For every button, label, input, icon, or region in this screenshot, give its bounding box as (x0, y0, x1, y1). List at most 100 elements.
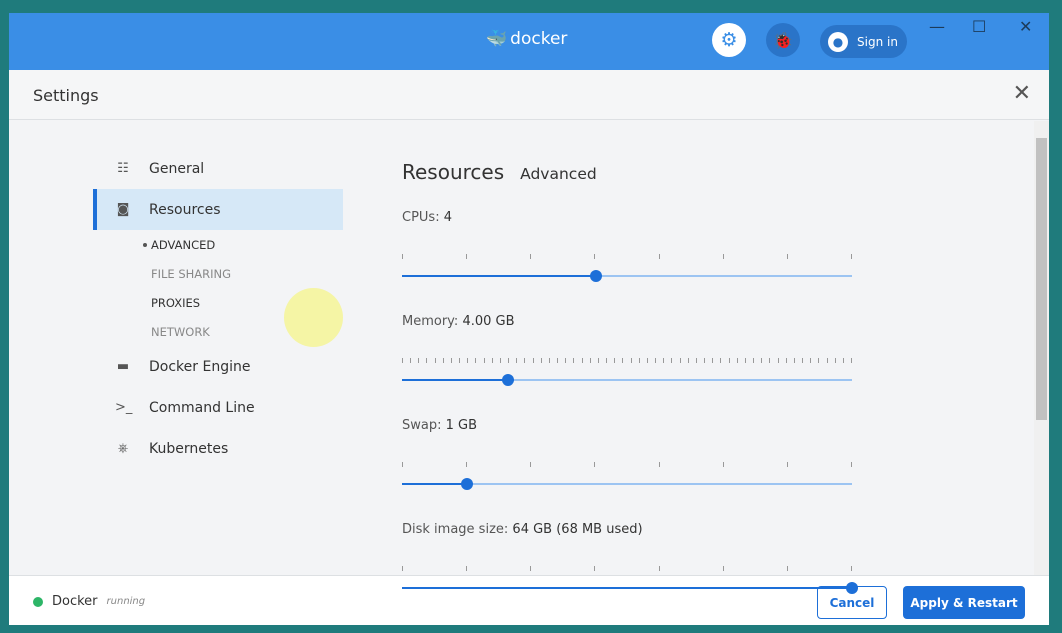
active-dot (143, 243, 147, 247)
sidebar-label: Kubernetes (149, 440, 229, 457)
tick (744, 358, 746, 363)
tick (658, 254, 660, 259)
sidebar-item-docker-engine[interactable]: ▬ Docker Engine (93, 346, 343, 387)
setting-slider[interactable] (402, 230, 852, 314)
slider-ticks (402, 462, 852, 467)
kubernetes-icon: ⎈ (117, 441, 129, 456)
tick (606, 358, 608, 363)
tab-advanced[interactable]: Advanced (520, 165, 597, 183)
tick (687, 358, 689, 363)
tick (466, 462, 468, 467)
slider-thumb[interactable] (589, 270, 602, 282)
tick (426, 358, 428, 363)
tick (695, 358, 697, 363)
slider-thumb[interactable] (846, 582, 858, 594)
setting-slider[interactable] (402, 334, 852, 418)
settings-header: Settings ✕ (9, 70, 1049, 120)
apply-restart-button[interactable]: Apply & Restart (903, 586, 1025, 619)
setting-label: Swap: 1 GB (402, 418, 862, 438)
tick (557, 358, 559, 363)
tick (658, 462, 660, 467)
slider-thumb[interactable] (461, 478, 474, 490)
setting-slider[interactable] (402, 542, 858, 626)
tick (793, 358, 795, 363)
tick (638, 358, 640, 363)
tick (655, 358, 657, 363)
tick (671, 358, 673, 363)
maximize-button[interactable]: ☐ (972, 17, 986, 36)
tick (442, 358, 444, 363)
close-window-button[interactable]: ✕ (1019, 17, 1032, 36)
tick (614, 358, 616, 363)
settings-gear-button[interactable]: ⚙ (712, 23, 746, 57)
status-text: running (106, 596, 146, 607)
subitem-label: PROXIES (151, 295, 201, 310)
title-bar: 🐳 docker ⚙ 🐞 ● Sign in — ☐ ✕ (9, 13, 1049, 70)
docker-status: Docker running (33, 594, 145, 609)
tick (434, 358, 436, 363)
sliders-icon: ☷ (117, 161, 129, 176)
whale-icon: 🐳 (486, 29, 508, 49)
subitem-file-sharing[interactable]: FILE SHARING (93, 259, 343, 288)
setting-value: 4.00 GB (462, 314, 515, 329)
slider-ticks (402, 566, 852, 571)
status-dot (33, 596, 43, 607)
setting-label: Disk image size: 64 GB (68 MB used) (402, 522, 862, 542)
slider-fill (402, 587, 852, 589)
tick (418, 358, 420, 363)
tick (810, 358, 812, 363)
setting-name: Memory: (402, 314, 459, 329)
tick (466, 566, 468, 571)
tick (834, 358, 836, 363)
tick (530, 254, 532, 259)
user-icon: ● (828, 31, 848, 52)
tick (508, 358, 510, 363)
setting-value: 64 GB (68 MB used) (512, 522, 643, 537)
troubleshoot-button[interactable]: 🐞 (766, 23, 800, 57)
tick (402, 254, 403, 259)
tick (663, 358, 665, 363)
setting-slider[interactable] (402, 438, 852, 522)
scrollbar-thumb[interactable] (1036, 138, 1047, 420)
sign-in-button[interactable]: ● Sign in (820, 25, 907, 58)
tick (785, 358, 787, 363)
slider-fill (402, 275, 596, 277)
minimize-button[interactable]: — (929, 17, 945, 36)
docker-logo: 🐳 docker (486, 29, 567, 49)
tick (540, 358, 542, 363)
tick (594, 566, 596, 571)
tick (530, 462, 532, 467)
tick (459, 358, 461, 363)
sidebar-item-general[interactable]: ☷ General (93, 148, 343, 189)
tick (402, 358, 403, 363)
sidebar-item-kubernetes[interactable]: ⎈ Kubernetes (93, 428, 343, 469)
tick (565, 358, 567, 363)
tick (704, 358, 706, 363)
scrollbar[interactable] (1034, 121, 1049, 575)
slider-thumb[interactable] (501, 374, 514, 386)
tick (548, 358, 550, 363)
subitem-advanced[interactable]: ADVANCED (93, 230, 343, 259)
tick (466, 254, 468, 259)
tick (720, 358, 722, 363)
tick (722, 462, 724, 467)
close-settings-button[interactable]: ✕ (1013, 81, 1031, 106)
tick (818, 358, 820, 363)
tick (722, 566, 724, 571)
tick (410, 358, 412, 363)
tick (467, 358, 469, 363)
slider-ticks (402, 254, 852, 259)
tab-resources[interactable]: Resources (402, 160, 504, 184)
sidebar-label: Resources (149, 201, 221, 218)
slider-fill (402, 379, 508, 381)
tick (597, 358, 599, 363)
sidebar-item-command-line[interactable]: >_ Command Line (93, 387, 343, 428)
tick (491, 358, 493, 363)
tick (516, 358, 518, 363)
tick (826, 358, 828, 363)
sidebar-item-resources[interactable]: ◙ Resources (93, 189, 343, 230)
tick (786, 566, 788, 571)
tick (530, 566, 532, 571)
setting-label: CPUs: 4 (402, 210, 862, 230)
tick (658, 566, 660, 571)
